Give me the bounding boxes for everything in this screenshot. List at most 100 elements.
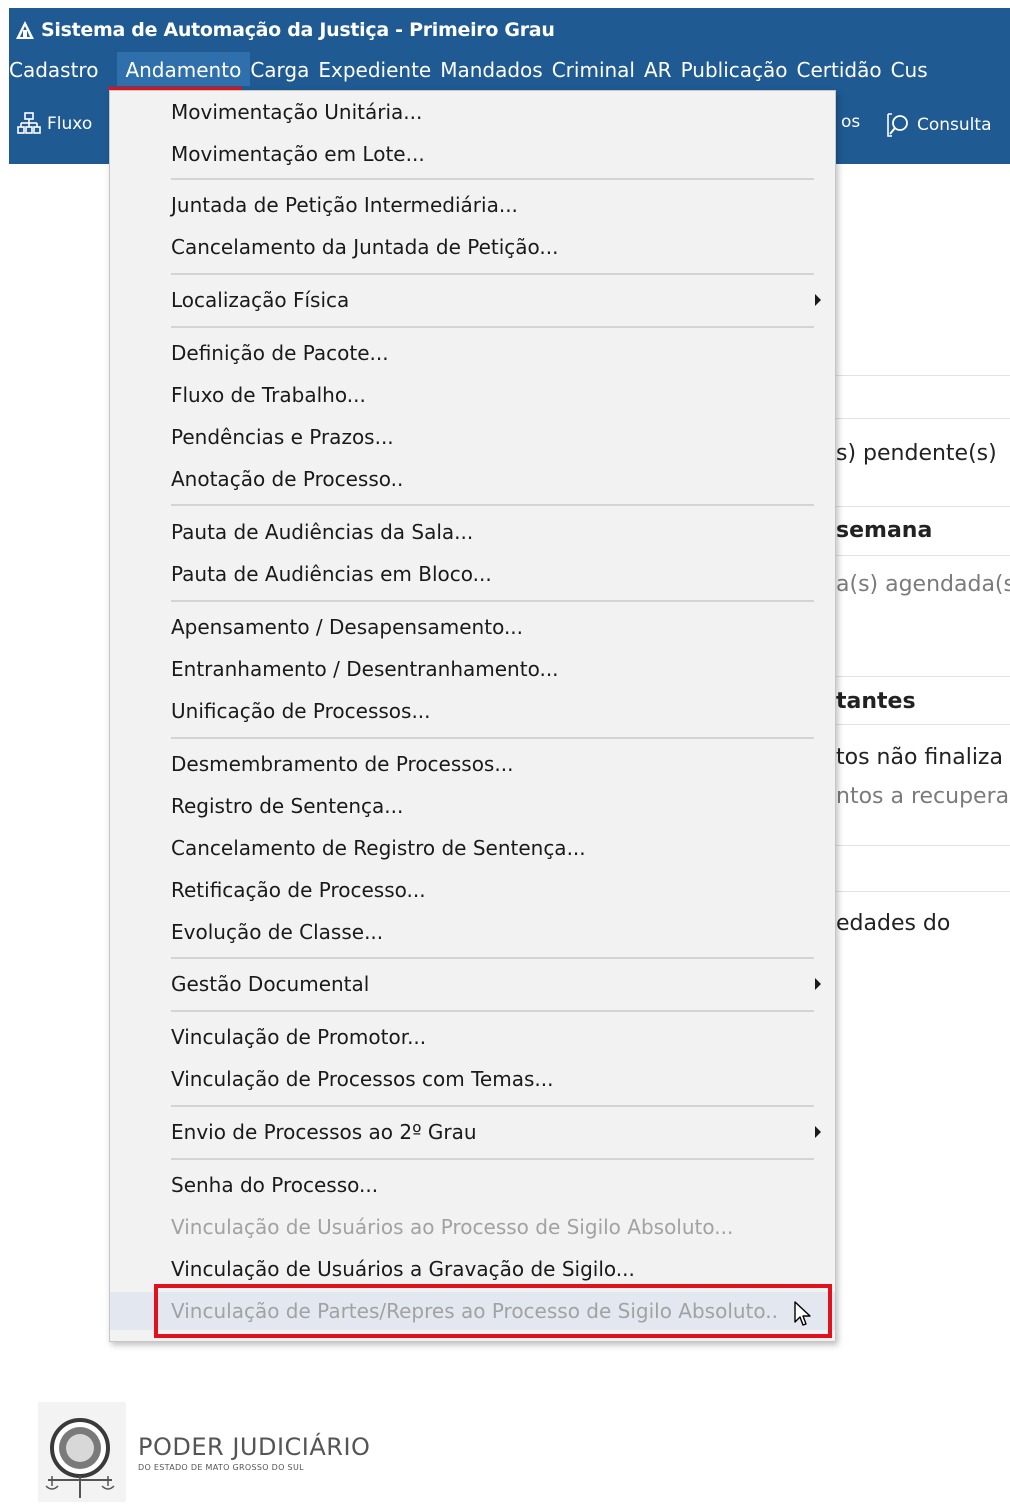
search-icon — [887, 113, 908, 137]
novidades-text: edades do — [836, 911, 951, 936]
divider — [834, 676, 1010, 677]
menu-mandados[interactable]: Mandados — [440, 52, 552, 84]
menu-item-juntada-peticao[interactable]: Juntada de Petição Intermediária... — [110, 186, 835, 224]
menu-carga[interactable]: Carga — [250, 52, 318, 84]
menu-item-label: Vinculação de Usuários a Gravação de Sig… — [171, 1257, 635, 1281]
submenu-arrow-icon — [815, 294, 821, 306]
org-name: PODER JUDICIÁRIO — [138, 1432, 371, 1461]
menu-item-unificacao[interactable]: Unificação de Processos... — [110, 692, 835, 730]
menu-ar[interactable]: AR — [644, 52, 681, 84]
menu-item-label: Registro de Sentença... — [171, 794, 404, 818]
menu-item-apensamento[interactable]: Apensamento / Desapensamento... — [110, 608, 835, 646]
menu-separator — [171, 600, 814, 602]
menu-item-pauta-sala[interactable]: Pauta de Audiências da Sala... — [110, 513, 835, 551]
menu-item-vinculacao-promotor[interactable]: Vinculação de Promotor... — [110, 1018, 835, 1056]
app-logo-icon — [16, 21, 34, 39]
divider — [834, 375, 1010, 376]
menu-separator — [171, 504, 814, 506]
menu-item-label: Vinculação de Usuários ao Processo de Si… — [171, 1215, 734, 1239]
menu-separator — [171, 326, 814, 328]
menu-item-envio-2-grau[interactable]: Envio de Processos ao 2º Grau — [110, 1113, 835, 1151]
menu-item-label: Juntada de Petição Intermediária... — [171, 193, 518, 217]
menu-item-label: Definição de Pacote... — [171, 341, 389, 365]
nao-finalizados-text: tos não finaliza — [836, 745, 1003, 770]
divider — [834, 724, 1010, 725]
menu-item-movimentacao-unitaria[interactable]: Movimentação Unitária... — [110, 93, 835, 131]
menu-separator — [171, 1010, 814, 1012]
submenu-arrow-icon — [815, 978, 821, 990]
divider — [834, 555, 1010, 556]
menu-item-label: Envio de Processos ao 2º Grau — [171, 1120, 477, 1144]
toolbar-partial-button[interactable]: os — [841, 112, 860, 132]
menu-item-label: Vinculação de Promotor... — [171, 1025, 427, 1049]
divider — [834, 845, 1010, 846]
menu-item-label: Senha do Processo... — [171, 1173, 379, 1197]
menu-item-label: Vinculação de Partes/Repres ao Processo … — [171, 1299, 779, 1323]
menu-item-evolucao-classe[interactable]: Evolução de Classe... — [110, 913, 835, 951]
menu-item-movimentacao-lote[interactable]: Movimentação em Lote... — [110, 135, 835, 173]
menu-separator — [171, 1105, 814, 1107]
mouse-cursor-icon — [794, 1301, 811, 1326]
menu-item-label: Apensamento / Desapensamento... — [171, 615, 524, 639]
menu-item-senha-processo[interactable]: Senha do Processo... — [110, 1166, 835, 1204]
menu-item-desmembramento[interactable]: Desmembramento de Processos... — [110, 745, 835, 783]
andamento-dropdown-menu: Movimentação Unitária... Movimentação em… — [109, 90, 836, 1342]
window-titlebar: Sistema de Automação da Justiça - Primei… — [9, 8, 1010, 52]
menu-criminal[interactable]: Criminal — [552, 52, 644, 84]
menu-item-vinculacao-usuarios-gravacao[interactable]: Vinculação de Usuários a Gravação de Sig… — [110, 1250, 835, 1288]
divider — [834, 506, 1010, 507]
menu-certidao[interactable]: Certidão — [797, 52, 891, 84]
submenu-arrow-icon — [815, 1126, 821, 1138]
menu-separator — [171, 737, 814, 739]
menu-item-label: Retificação de Processo... — [171, 878, 426, 902]
menu-item-label: Movimentação Unitária... — [171, 100, 423, 124]
menu-item-pauta-bloco[interactable]: Pauta de Audiências em Bloco... — [110, 555, 835, 593]
importantes-heading: tantes — [836, 689, 916, 714]
menu-item-cancelamento-juntada[interactable]: Cancelamento da Juntada de Petição... — [110, 228, 835, 266]
menu-item-label: Cancelamento da Juntada de Petição... — [171, 235, 559, 259]
menu-item-gestao-documental[interactable]: Gestão Documental — [110, 965, 835, 1003]
divider — [834, 891, 1010, 892]
menu-item-label: Entranhamento / Desentranhamento... — [171, 657, 559, 681]
menu-item-vinculacao-usuarios-sigilo: Vinculação de Usuários ao Processo de Si… — [110, 1208, 835, 1246]
menu-item-label: Gestão Documental — [171, 972, 370, 996]
consulta-button[interactable]: Consulta — [885, 112, 991, 138]
menu-item-cancelamento-registro-sentenca[interactable]: Cancelamento de Registro de Sentença... — [110, 829, 835, 867]
menu-expediente[interactable]: Expediente — [318, 52, 440, 84]
menu-item-label: Unificação de Processos... — [171, 699, 431, 723]
menu-item-label: Anotação de Processo.. — [171, 467, 404, 491]
a-recuperar-text: ntos a recupera — [836, 784, 1010, 809]
menu-item-label: Vinculação de Processos com Temas... — [171, 1067, 554, 1091]
menu-item-retificacao[interactable]: Retificação de Processo... — [110, 871, 835, 909]
footer-logo: PODER JUDICIÁRIO DO ESTADO DE MATO GROSS… — [38, 1402, 376, 1502]
menu-item-localizacao-fisica[interactable]: Localização Física — [110, 281, 835, 319]
menu-item-registro-sentenca[interactable]: Registro de Sentença... — [110, 787, 835, 825]
menu-andamento[interactable]: Andamento — [117, 52, 251, 86]
menu-item-label: Movimentação em Lote... — [171, 142, 425, 166]
menu-item-label: Localização Física — [171, 288, 350, 312]
menu-separator — [171, 1158, 814, 1160]
court-seal-icon — [38, 1402, 126, 1502]
menu-bar: Cadastro Andamento Carga Expediente Mand… — [9, 52, 1010, 90]
menu-item-definicao-pacote[interactable]: Definição de Pacote... — [110, 334, 835, 372]
menu-cadastro[interactable]: Cadastro — [9, 52, 107, 84]
menu-separator — [171, 273, 814, 275]
menu-item-vinculacao-temas[interactable]: Vinculação de Processos com Temas... — [110, 1060, 835, 1098]
menu-publicacao[interactable]: Publicação — [681, 52, 797, 84]
menu-item-label: Fluxo de Trabalho... — [171, 383, 366, 407]
fluxo-button[interactable]: Fluxo — [17, 112, 92, 136]
menu-item-label: Evolução de Classe... — [171, 920, 384, 944]
menu-item-entranhamento[interactable]: Entranhamento / Desentranhamento... — [110, 650, 835, 688]
consulta-label: Consulta — [917, 115, 992, 135]
menu-item-fluxo-trabalho[interactable]: Fluxo de Trabalho... — [110, 376, 835, 414]
menu-custas[interactable]: Cus — [891, 52, 937, 84]
window-title: Sistema de Automação da Justiça - Primei… — [41, 19, 555, 41]
fluxo-label: Fluxo — [47, 114, 93, 134]
menu-item-anotacao-processo[interactable]: Anotação de Processo.. — [110, 460, 835, 498]
menu-item-pendencias-prazos[interactable]: Pendências e Prazos... — [110, 418, 835, 456]
menu-item-label: Pendências e Prazos... — [171, 425, 394, 449]
divider — [834, 418, 1010, 419]
menu-item-vinculacao-partes-sigilo: Vinculação de Partes/Repres ao Processo … — [110, 1292, 835, 1330]
org-subtitle: DO ESTADO DE MATO GROSSO DO SUL — [138, 1462, 304, 1472]
menu-item-label: Cancelamento de Registro de Sentença... — [171, 836, 586, 860]
